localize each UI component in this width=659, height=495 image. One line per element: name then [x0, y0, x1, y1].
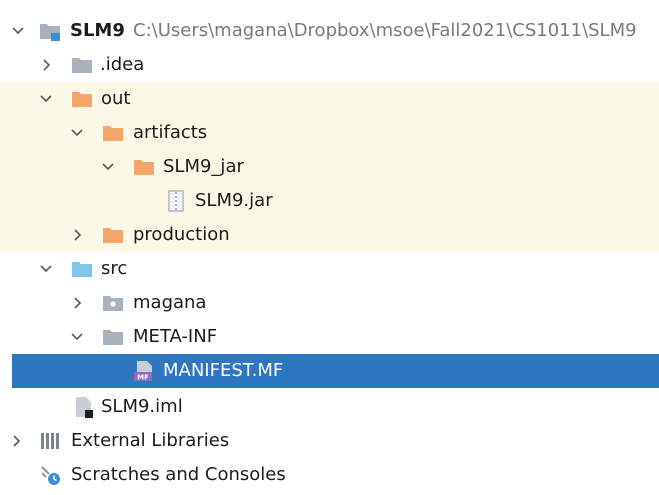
package-folder-icon: [103, 296, 123, 311]
node-label: artifacts: [133, 122, 208, 143]
tree-node-production[interactable]: production: [0, 218, 659, 252]
tree-node-iml[interactable]: SLM9.iml: [0, 390, 659, 424]
chevron-right-icon[interactable]: [6, 430, 26, 452]
library-icon: [41, 433, 59, 449]
scratches-icon: [41, 466, 60, 485]
node-label: src: [101, 258, 128, 279]
excluded-folder-icon: [103, 228, 123, 243]
chevron-right-icon[interactable]: [67, 224, 87, 246]
chevron-right-icon[interactable]: [67, 292, 87, 314]
tree-node-src[interactable]: src: [0, 252, 659, 286]
node-label: Scratches and Consoles: [71, 464, 286, 485]
excluded-folder-icon: [72, 92, 92, 107]
tree-node-external-libraries[interactable]: External Libraries: [0, 424, 659, 458]
node-label: SLM9.iml: [101, 396, 183, 417]
excluded-folder-icon: [103, 126, 123, 141]
node-label: META-INF: [133, 326, 218, 347]
project-name: SLM9: [70, 20, 125, 41]
project-path: C:\Users\magana\Dropbox\msoe\Fall2021\CS…: [133, 20, 637, 41]
tree-node-slm9-jar-folder[interactable]: SLM9_jar: [0, 150, 659, 184]
node-label: MANIFEST.MF: [163, 360, 284, 381]
manifest-icon-text: MF: [137, 374, 149, 382]
tree-node-project-root[interactable]: SLM9 C:\Users\magana\Dropbox\msoe\Fall20…: [0, 14, 659, 48]
tree-node-magana[interactable]: magana: [0, 286, 659, 320]
node-label: magana: [133, 292, 207, 313]
node-label: out: [101, 88, 131, 109]
folder-icon: [103, 330, 123, 345]
tree-node-manifest[interactable]: MF MANIFEST.MF: [12, 354, 659, 388]
tree-node-meta-inf[interactable]: META-INF: [0, 320, 659, 354]
iml-file-icon: [76, 397, 93, 418]
chevron-right-icon[interactable]: [36, 54, 56, 76]
chevron-down-icon[interactable]: [36, 88, 56, 110]
node-label: SLM9.jar: [195, 190, 273, 211]
folder-icon: [72, 58, 92, 73]
tree-node-slm9-jar-file[interactable]: SLM9.jar: [0, 184, 659, 218]
node-label: External Libraries: [71, 430, 230, 451]
manifest-file-icon: MF: [134, 361, 152, 382]
tree-node-artifacts[interactable]: artifacts: [0, 116, 659, 150]
node-label: .idea: [100, 54, 145, 75]
chevron-down-icon[interactable]: [8, 20, 28, 42]
project-tree: SLM9 C:\Users\magana\Dropbox\msoe\Fall20…: [0, 0, 659, 495]
excluded-folder-icon: [134, 160, 154, 175]
chevron-down-icon[interactable]: [67, 326, 87, 348]
module-folder-icon: [40, 24, 60, 41]
chevron-down-icon[interactable]: [36, 258, 56, 280]
node-label: production: [133, 224, 230, 245]
jar-file-icon: [168, 190, 184, 212]
tree-node-scratches[interactable]: Scratches and Consoles: [0, 458, 659, 492]
source-folder-icon: [72, 262, 92, 277]
chevron-down-icon[interactable]: [67, 122, 87, 144]
tree-node-idea[interactable]: .idea: [0, 48, 659, 82]
node-label: SLM9_jar: [163, 156, 244, 177]
tree-node-out[interactable]: out: [0, 82, 659, 116]
chevron-down-icon[interactable]: [98, 156, 118, 178]
